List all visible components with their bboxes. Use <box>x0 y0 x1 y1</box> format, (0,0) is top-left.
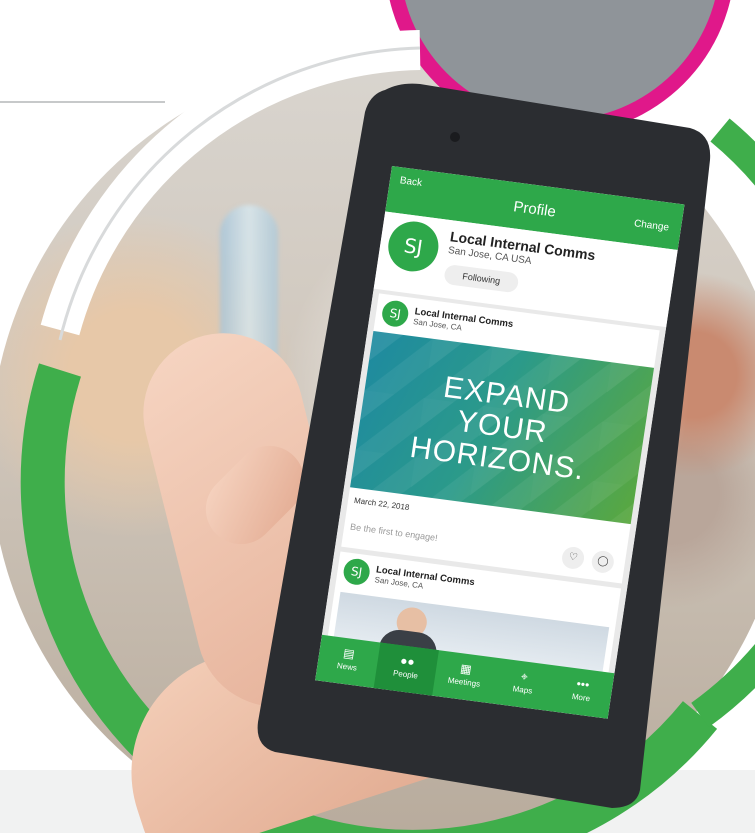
tab-news[interactable]: ▤ News <box>315 635 380 688</box>
tab-maps[interactable]: ⌖ Maps <box>491 658 556 711</box>
post-avatar: SJ <box>380 299 411 329</box>
post-card[interactable]: SJ Local Internal Comms San Jose, CA EXP… <box>341 293 660 584</box>
tab-meetings[interactable]: ▦ Meetings <box>432 650 497 703</box>
calendar-icon: ▦ <box>459 661 473 677</box>
newspaper-icon: ▤ <box>342 645 356 662</box>
heart-icon[interactable]: ♡ <box>560 545 586 571</box>
tab-label: Meetings <box>447 675 481 689</box>
tab-label: News <box>336 661 358 673</box>
front-camera-icon <box>450 132 460 142</box>
tab-label: People <box>392 668 419 681</box>
post-banner-image[interactable]: EXPAND YOUR HORIZONS. <box>350 330 655 525</box>
map-pin-icon: ⌖ <box>520 669 529 684</box>
avatar: SJ <box>384 218 442 275</box>
tab-people[interactable]: ●● People <box>373 642 439 696</box>
engage-prompt: Be the first to engage! <box>349 521 439 544</box>
post-avatar: SJ <box>341 557 372 587</box>
people-icon: ●● <box>399 653 416 670</box>
more-dots-icon: ••• <box>575 676 591 693</box>
post-feed[interactable]: SJ Local Internal Comms San Jose, CA EXP… <box>321 288 667 683</box>
marketing-hero: Back Profile Change SJ Local Internal Co… <box>0 0 755 833</box>
post-date: March 22, 2018 <box>353 495 410 513</box>
speech-bubble-icon[interactable]: ◯ <box>590 549 616 575</box>
tab-more[interactable]: ••• More <box>549 666 614 719</box>
tab-label: Maps <box>512 684 533 696</box>
tab-label: More <box>571 691 591 704</box>
following-button[interactable]: Following <box>443 263 520 294</box>
